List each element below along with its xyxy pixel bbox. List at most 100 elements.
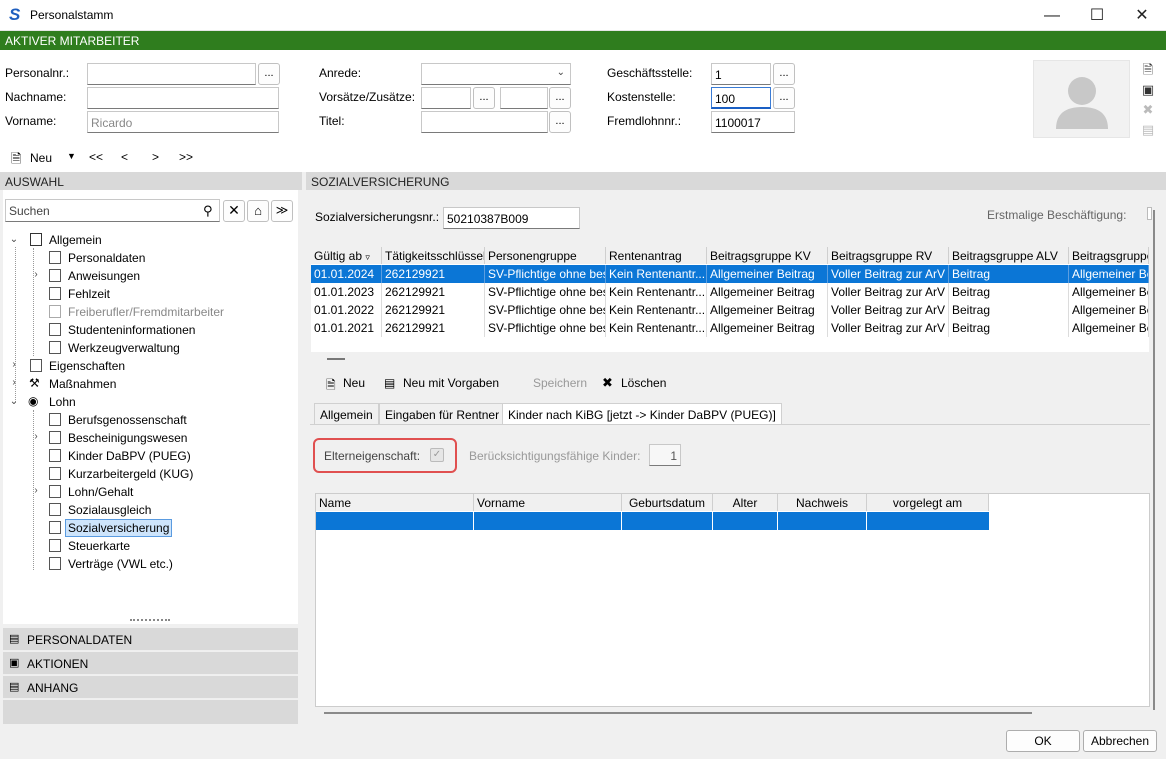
- search-input[interactable]: Suchen: [5, 199, 220, 222]
- tree-item-personaldaten[interactable]: Personaldaten: [9, 249, 289, 267]
- tree-label: Lohn/Gehalt: [68, 485, 134, 499]
- collapse-all-icon[interactable]: ≫: [271, 200, 293, 222]
- personalnr-lookup-button[interactable]: ...: [258, 63, 280, 85]
- zusaetze-input[interactable]: [500, 87, 548, 109]
- accordion-aktionen[interactable]: ▣ AKTIONEN: [3, 652, 298, 675]
- tree-item-fehlzeit[interactable]: Fehlzeit: [9, 285, 289, 303]
- tree-item-kurzarbeitergeld[interactable]: Kurzarbeitergeld (KUG): [9, 465, 289, 483]
- column-header[interactable]: Beitragsgruppe KV: [707, 247, 828, 264]
- search-icon[interactable]: ⚲: [203, 203, 213, 219]
- accordion-personaldaten[interactable]: ▤ PERSONALDATEN: [3, 628, 298, 651]
- column-header[interactable]: Nachweis: [778, 494, 867, 511]
- horizontal-scrollbar[interactable]: [324, 712, 1032, 714]
- table-row[interactable]: 01.01.2023 262129921 SV-Pflichtige ohne be…: [311, 283, 1149, 301]
- column-header[interactable]: Alter: [713, 494, 778, 511]
- tree-item-kinder-dabpv[interactable]: Kinder DaBPV (PUEG): [9, 447, 289, 465]
- kinder-count-input[interactable]: 1: [649, 444, 681, 466]
- kostenstelle-lookup-button[interactable]: ...: [773, 87, 795, 109]
- nachname-input[interactable]: [87, 87, 279, 109]
- column-header[interactable]: Personengruppe: [485, 247, 606, 264]
- save-photo-icon[interactable]: ▤: [1140, 122, 1156, 138]
- sv-scrollbar[interactable]: [1150, 210, 1158, 715]
- tree-item-studenteninformationen[interactable]: Studenteninformationen: [9, 321, 289, 339]
- column-header[interactable]: Tätigkeitsschlüssel: [382, 247, 485, 264]
- column-label: Gültig ab: [314, 249, 363, 263]
- anrede-select[interactable]: ⌄: [421, 63, 571, 85]
- titel-lookup-button[interactable]: ...: [549, 111, 571, 133]
- sv-header: SOZIALVERSICHERUNG: [306, 172, 1166, 190]
- tree-item-steuerkarte[interactable]: Steuerkarte: [9, 537, 289, 555]
- cancel-button[interactable]: Abbrechen: [1083, 730, 1157, 752]
- tree-item-lohn-gehalt[interactable]: › Lohn/Gehalt: [9, 483, 289, 501]
- minimize-icon[interactable]: —: [1029, 0, 1075, 31]
- column-header[interactable]: Gültig ab ▿: [311, 247, 382, 264]
- table-row[interactable]: 01.01.2024 262129921 SV-Pflichtige ohne be…: [311, 265, 1149, 283]
- tree-item-anweisungen[interactable]: › Anweisungen: [9, 267, 289, 285]
- tree-item-werkzeugverwaltung[interactable]: Werkzeugverwaltung: [9, 339, 289, 357]
- table-cell: Voller Beitrag zur ArV: [828, 319, 949, 337]
- previous-record-button[interactable]: <: [121, 150, 128, 164]
- zusaetze-lookup-button[interactable]: ...: [549, 87, 571, 109]
- new-dropdown-icon[interactable]: ▼: [67, 151, 76, 161]
- vorsaetze-lookup-button[interactable]: ...: [473, 87, 495, 109]
- close-icon[interactable]: ✕: [1119, 0, 1165, 31]
- kostenstelle-input[interactable]: 100: [711, 87, 771, 109]
- camera-icon[interactable]: ▣: [1140, 82, 1156, 98]
- tree-item-sozialausgleich[interactable]: Sozialausgleich: [9, 501, 289, 519]
- next-record-button[interactable]: >: [152, 150, 159, 164]
- personalnr-label: Personalnr.:: [5, 66, 70, 80]
- geschaeftsstelle-lookup-button[interactable]: ...: [773, 63, 795, 85]
- delete-photo-icon[interactable]: ✖: [1140, 102, 1156, 118]
- first-record-button[interactable]: <<: [89, 150, 103, 164]
- ok-button[interactable]: OK: [1006, 730, 1080, 752]
- accordion-anhang[interactable]: ▤ ANHANG: [3, 676, 298, 699]
- new-button[interactable]: Neu: [30, 151, 52, 165]
- grid-splitter[interactable]: [327, 358, 345, 360]
- sv-save-button[interactable]: Speichern: [533, 376, 587, 390]
- column-header[interactable]: Beitragsgruppe: [1069, 247, 1149, 264]
- column-header[interactable]: Beitragsgruppe ALV: [949, 247, 1069, 264]
- maximize-icon[interactable]: ☐: [1074, 0, 1120, 31]
- vorname-input[interactable]: Ricardo: [87, 111, 279, 133]
- column-header[interactable]: Geburtsdatum: [622, 494, 713, 511]
- geschaeftsstelle-input[interactable]: 1: [711, 63, 771, 85]
- titel-input[interactable]: [421, 111, 548, 133]
- vorsaetze-input[interactable]: [421, 87, 471, 109]
- column-header[interactable]: Beitragsgruppe RV: [828, 247, 949, 264]
- splitter-handle[interactable]: [130, 619, 170, 622]
- table-row[interactable]: 01.01.2022 262129921 SV-Pflichtige ohne be…: [311, 301, 1149, 319]
- tab-allgemein[interactable]: Allgemein: [314, 403, 379, 424]
- table-row[interactable]: [316, 512, 989, 530]
- tree-item-freiberufler[interactable]: Freiberufler/Fremdmitarbeiter: [9, 303, 289, 321]
- column-header[interactable]: Name: [316, 494, 474, 511]
- sv-new-template-button[interactable]: Neu mit Vorgaben: [403, 376, 499, 390]
- table-cell: 01.01.2021: [311, 319, 382, 337]
- elterneigenschaft-checkbox[interactable]: ✓: [430, 448, 444, 462]
- sv-new-button[interactable]: Neu: [343, 376, 365, 390]
- tree-item-berufsgenossenschaft[interactable]: Berufsgenossenschaft: [9, 411, 289, 429]
- clear-search-button[interactable]: ✕: [223, 200, 245, 222]
- fremdlohnnr-input[interactable]: 1100017: [711, 111, 795, 133]
- svnr-input[interactable]: 50210387B009: [443, 207, 580, 229]
- home-icon[interactable]: ⌂: [247, 200, 269, 222]
- tree-item-massnahmen[interactable]: › ⚒ Maßnahmen: [9, 375, 289, 393]
- last-record-button[interactable]: >>: [179, 150, 193, 164]
- tree-item-allgemein[interactable]: ⌄ Allgemein: [9, 231, 289, 249]
- column-header[interactable]: Vorname: [474, 494, 622, 511]
- column-header[interactable]: Rentenantrag: [606, 247, 707, 264]
- tree-item-vertraege[interactable]: Verträge (VWL etc.): [9, 555, 289, 573]
- tree-item-sozialversicherung[interactable]: Sozialversicherung: [9, 519, 289, 537]
- new-document-icon[interactable]: 🗎: [1140, 62, 1156, 78]
- document-icon: ▤: [9, 633, 20, 645]
- tree-item-lohn[interactable]: ⌄ ◉ Lohn: [9, 393, 289, 411]
- tab-kinder-kibg[interactable]: Kinder nach KiBG [jetzt -> Kinder DaBPV …: [502, 403, 782, 425]
- sv-delete-button[interactable]: Löschen: [621, 376, 666, 390]
- table-row[interactable]: 01.01.2021 262129921 SV-Pflichtige ohne be…: [311, 319, 1149, 337]
- tree-item-bescheinigungswesen[interactable]: › Bescheinigungswesen: [9, 429, 289, 447]
- titel-label: Titel:: [319, 114, 345, 128]
- tree-item-eigenschaften[interactable]: › Eigenschaften: [9, 357, 289, 375]
- tab-eingaben-rentner[interactable]: Eingaben für Rentner: [379, 403, 506, 424]
- column-header[interactable]: vorgelegt am: [867, 494, 989, 511]
- avatar[interactable]: [1033, 60, 1130, 138]
- personalnr-input[interactable]: [87, 63, 256, 85]
